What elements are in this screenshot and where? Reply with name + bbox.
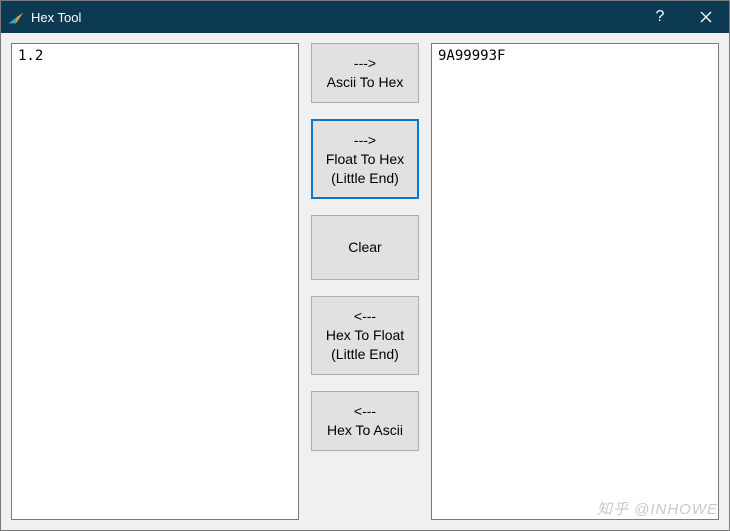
float-to-hex-button[interactable]: ---> Float To Hex (Little End) bbox=[311, 119, 419, 200]
main-body: 1.2 ---> Ascii To Hex ---> Float To Hex … bbox=[1, 33, 729, 530]
button-sublabel: (Little End) bbox=[331, 345, 399, 364]
app-window: Hex Tool ? 1.2 ---> Ascii To Hex ---> Fl… bbox=[0, 0, 730, 531]
input-textarea[interactable]: 1.2 bbox=[11, 43, 299, 520]
button-sublabel: (Little End) bbox=[331, 169, 399, 188]
button-label: Hex To Ascii bbox=[327, 421, 403, 440]
hex-to-float-button[interactable]: <--- Hex To Float (Little End) bbox=[311, 296, 419, 375]
button-label: Ascii To Hex bbox=[327, 73, 404, 92]
arrow-right-icon: ---> bbox=[354, 131, 376, 150]
button-label: Clear bbox=[348, 238, 381, 257]
arrow-right-icon: ---> bbox=[354, 54, 376, 73]
button-label: Hex To Float bbox=[326, 326, 404, 345]
close-button[interactable] bbox=[683, 1, 729, 33]
ascii-to-hex-button[interactable]: ---> Ascii To Hex bbox=[311, 43, 419, 103]
help-button[interactable]: ? bbox=[637, 1, 683, 33]
button-label: Float To Hex bbox=[326, 150, 404, 169]
app-icon bbox=[7, 8, 25, 26]
close-icon bbox=[700, 11, 712, 23]
clear-button[interactable]: Clear bbox=[311, 215, 419, 280]
arrow-left-icon: <--- bbox=[354, 307, 376, 326]
arrow-left-icon: <--- bbox=[354, 402, 376, 421]
titlebar: Hex Tool ? bbox=[1, 1, 729, 33]
output-textarea[interactable]: 9A99993F bbox=[431, 43, 719, 520]
hex-to-ascii-button[interactable]: <--- Hex To Ascii bbox=[311, 391, 419, 451]
window-title: Hex Tool bbox=[31, 10, 81, 25]
button-column: ---> Ascii To Hex ---> Float To Hex (Lit… bbox=[311, 43, 419, 520]
